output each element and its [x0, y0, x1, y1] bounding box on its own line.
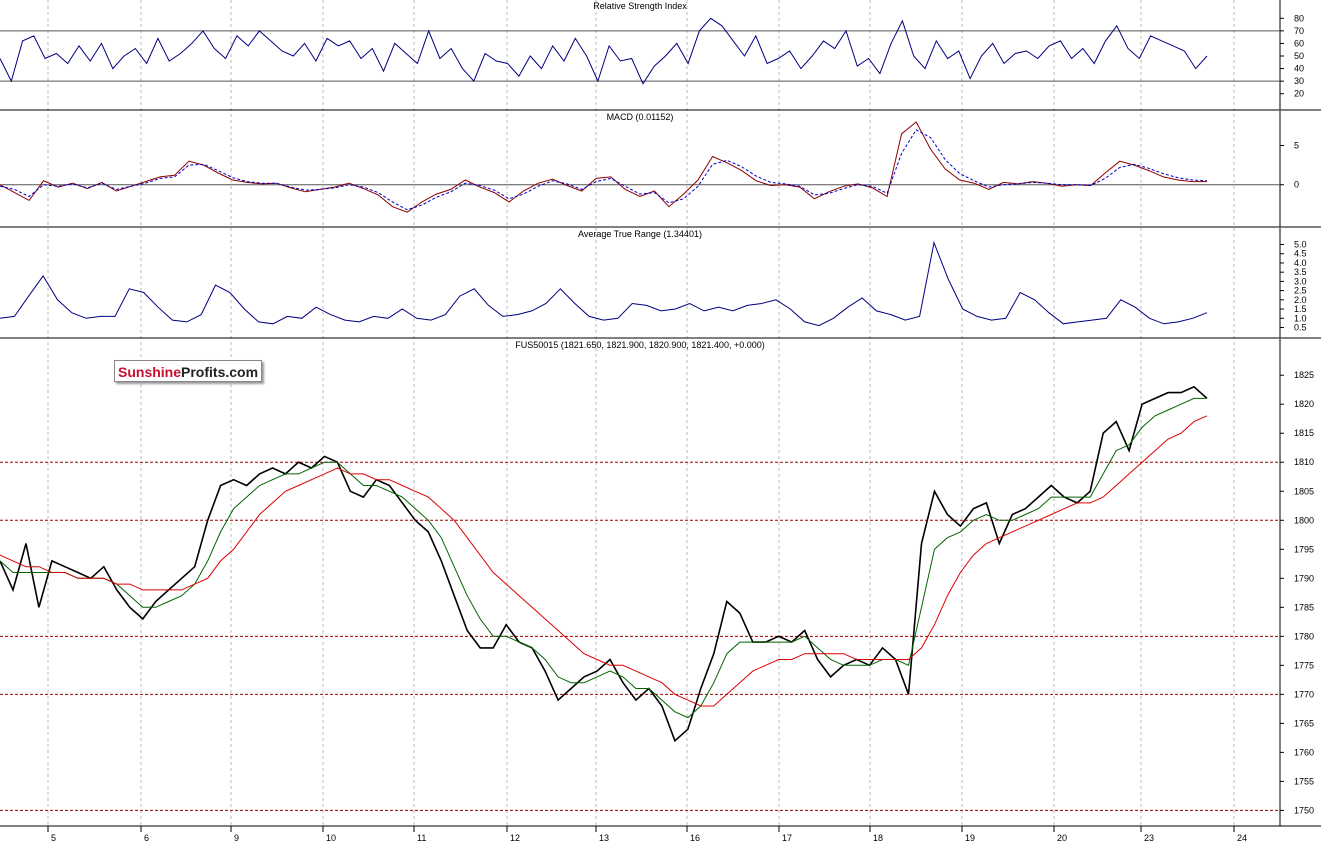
rsi-y-tick-label: 20 [1294, 89, 1304, 99]
price-series-0 [0, 385, 1208, 743]
rsi-series-0 [0, 17, 1208, 85]
price-y-tick-label: 1795 [1294, 544, 1314, 554]
price-series-1 [0, 397, 1207, 719]
macd-series-1 [0, 129, 1208, 211]
price-y-tick-label: 1790 [1294, 573, 1314, 583]
x-axis: 5 6 9 10 11 12 13 16 17 18 19 20 23 24 [47, 826, 1247, 843]
price-y-tick-label: 1825 [1294, 370, 1314, 380]
rsi-y-tick-label: 80 [1294, 13, 1304, 23]
atr-panel: Average True Range (1.34401) 5.04.54.03.… [0, 228, 1321, 339]
macd-y-tick-label: 5 [1294, 141, 1299, 151]
price-series-2 [0, 415, 1208, 707]
price-y-tick-label: 1820 [1294, 399, 1314, 409]
macd-panel: MACD (0.01152) 5 0 [0, 111, 1321, 228]
x-tick-label: 18 [873, 833, 883, 843]
rsi-y-tick-label: 50 [1294, 51, 1304, 61]
x-tick-label: 13 [599, 833, 609, 843]
x-tick-label: 5 [51, 833, 56, 843]
price-y-tick-label: 1780 [1294, 631, 1314, 641]
x-tick-label: 9 [234, 833, 239, 843]
atr-series-0 [0, 240, 1208, 327]
x-tick-label: 20 [1057, 833, 1067, 843]
x-tick-label: 11 [417, 833, 426, 843]
grid-lines [47, 0, 1235, 826]
rsi-y-tick-label: 30 [1294, 76, 1304, 86]
price-y-tick-label: 1775 [1294, 660, 1314, 670]
price-y-tick-label: 1800 [1294, 515, 1314, 525]
price-y-tick-label: 1805 [1294, 486, 1314, 496]
macd-series-0 [0, 121, 1207, 213]
price-panel: FUS50015 (1821.650, 1821.900, 1820.900, … [0, 339, 1321, 827]
price-y-tick-label: 1770 [1294, 689, 1314, 699]
x-tick-label: 19 [965, 833, 975, 843]
rsi-title: Relative Strength Index [593, 1, 687, 11]
price-y-tick-label: 1755 [1294, 776, 1314, 786]
price-y-tick-label: 1760 [1294, 747, 1314, 757]
sunshine-profits-logo: SunshineProfits.com [114, 360, 262, 382]
atr-title: Average True Range (1.34401) [578, 229, 702, 239]
macd-y-tick-label: 0 [1294, 180, 1299, 190]
logo-part-sunshine: Sunshine [118, 364, 182, 380]
price-y-tick-label: 1815 [1294, 428, 1314, 438]
x-tick-label: 6 [144, 833, 149, 843]
rsi-panel: Relative Strength Index 80 70 60 50 40 30 20 [0, 0, 1321, 111]
x-tick-label: 17 [782, 833, 792, 843]
price-y-tick-label: 1750 [1294, 805, 1314, 815]
price-y-tick-label: 1785 [1294, 602, 1314, 612]
rsi-y-tick-label: 60 [1294, 38, 1304, 48]
atr-y-tick-label: 0.5 [1294, 322, 1307, 332]
x-tick-label: 23 [1144, 833, 1154, 843]
price-y-tick-label: 1765 [1294, 718, 1314, 728]
chart-canvas: Relative Strength Index 80706050403020 M… [0, 0, 1321, 843]
rsi-y-tick-label: 70 [1294, 26, 1304, 36]
macd-title: MACD (0.01152) [607, 112, 674, 122]
x-tick-label: 10 [326, 833, 336, 843]
x-tick-label: 12 [510, 833, 520, 843]
x-tick-label: 16 [690, 833, 700, 843]
rsi-y-tick-label: 40 [1294, 64, 1304, 74]
price-title: FUS50015 (1821.650, 1821.900, 1820.900, … [515, 340, 764, 350]
x-tick-label: 24 [1237, 833, 1247, 843]
logo-part-profits: Profits.com [181, 364, 259, 380]
price-y-tick-label: 1810 [1294, 457, 1314, 467]
